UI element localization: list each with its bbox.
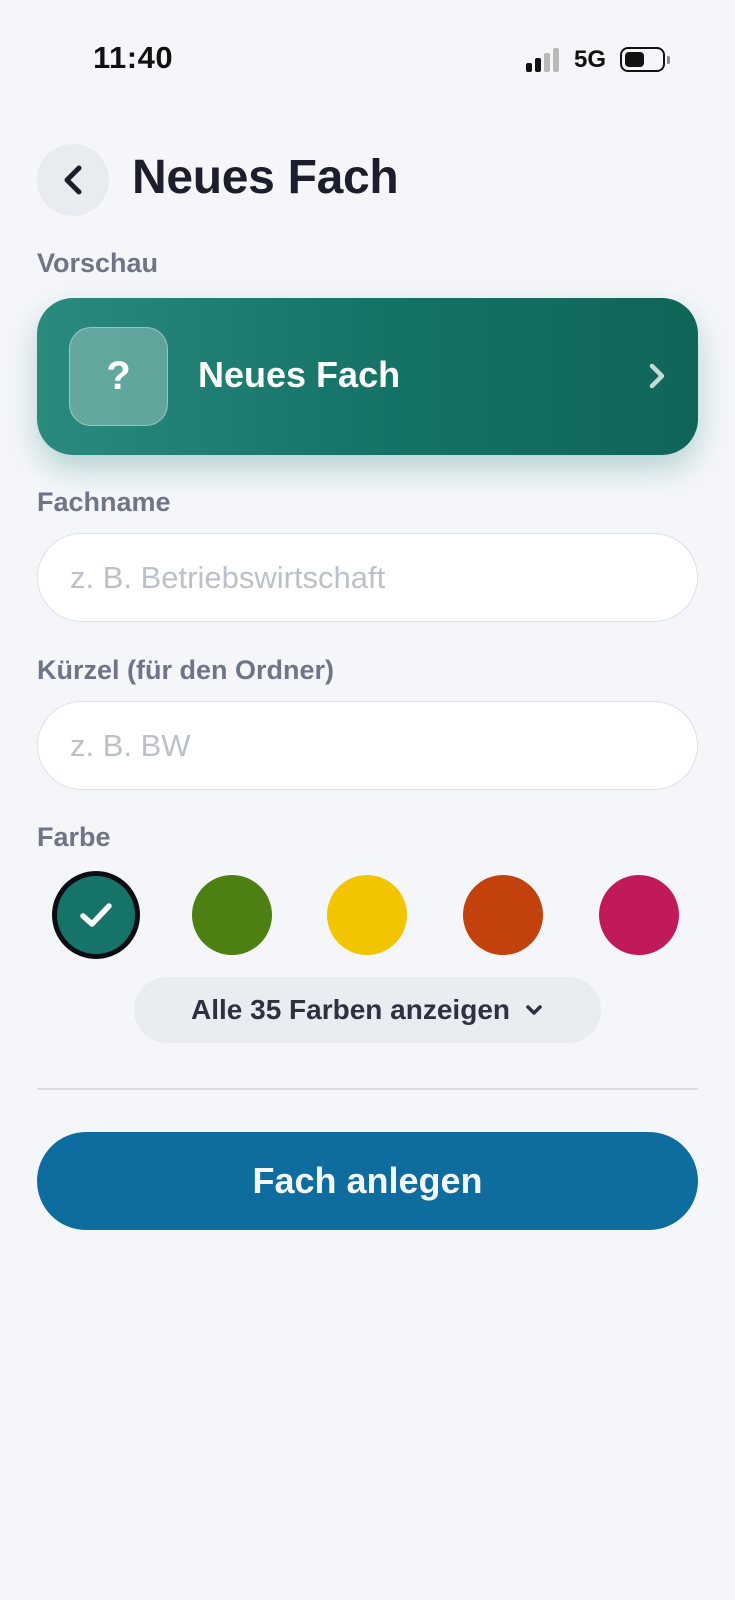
chevron-down-icon	[526, 1005, 542, 1015]
color-swatch[interactable]	[192, 875, 272, 955]
subject-name-input[interactable]	[37, 533, 698, 622]
status-time: 11:40	[93, 40, 174, 75]
chevron-left-icon	[64, 165, 82, 195]
show-all-colors-button[interactable]: Alle 35 Farben anzeigen	[134, 977, 601, 1043]
color-swatch[interactable]	[327, 875, 407, 955]
color-swatch[interactable]	[599, 875, 679, 955]
chevron-right-icon	[649, 363, 665, 389]
preview-label: Vorschau	[37, 248, 159, 278]
create-subject-button[interactable]: Fach anlegen	[37, 1132, 698, 1230]
battery-level	[625, 52, 645, 67]
checkmark-icon	[80, 903, 112, 927]
short-name-input[interactable]	[37, 701, 698, 790]
back-button[interactable]	[37, 144, 109, 216]
battery-icon	[620, 47, 670, 72]
subject-preview-card: ? Neues Fach	[37, 298, 698, 455]
signal-strength-icon	[526, 48, 564, 72]
color-swatch-selected[interactable]	[52, 871, 140, 959]
show-all-colors-label: Alle 35 Farben anzeigen	[191, 994, 510, 1025]
divider	[37, 1088, 698, 1090]
preview-subject-name: Neues Fach	[198, 354, 401, 395]
new-subject-screen: 11:40 5G Neues Fach Vorschau ? Neues Fac…	[0, 0, 735, 1600]
page-title: Neues Fach	[132, 151, 399, 204]
color-label: Farbe	[37, 822, 111, 852]
network-type: 5G	[574, 46, 607, 73]
question-mark-icon: ?	[69, 327, 168, 426]
color-swatch[interactable]	[463, 875, 543, 955]
subject-name-label: Fachname	[37, 487, 171, 517]
short-name-label: Kürzel (für den Ordner)	[37, 655, 335, 685]
